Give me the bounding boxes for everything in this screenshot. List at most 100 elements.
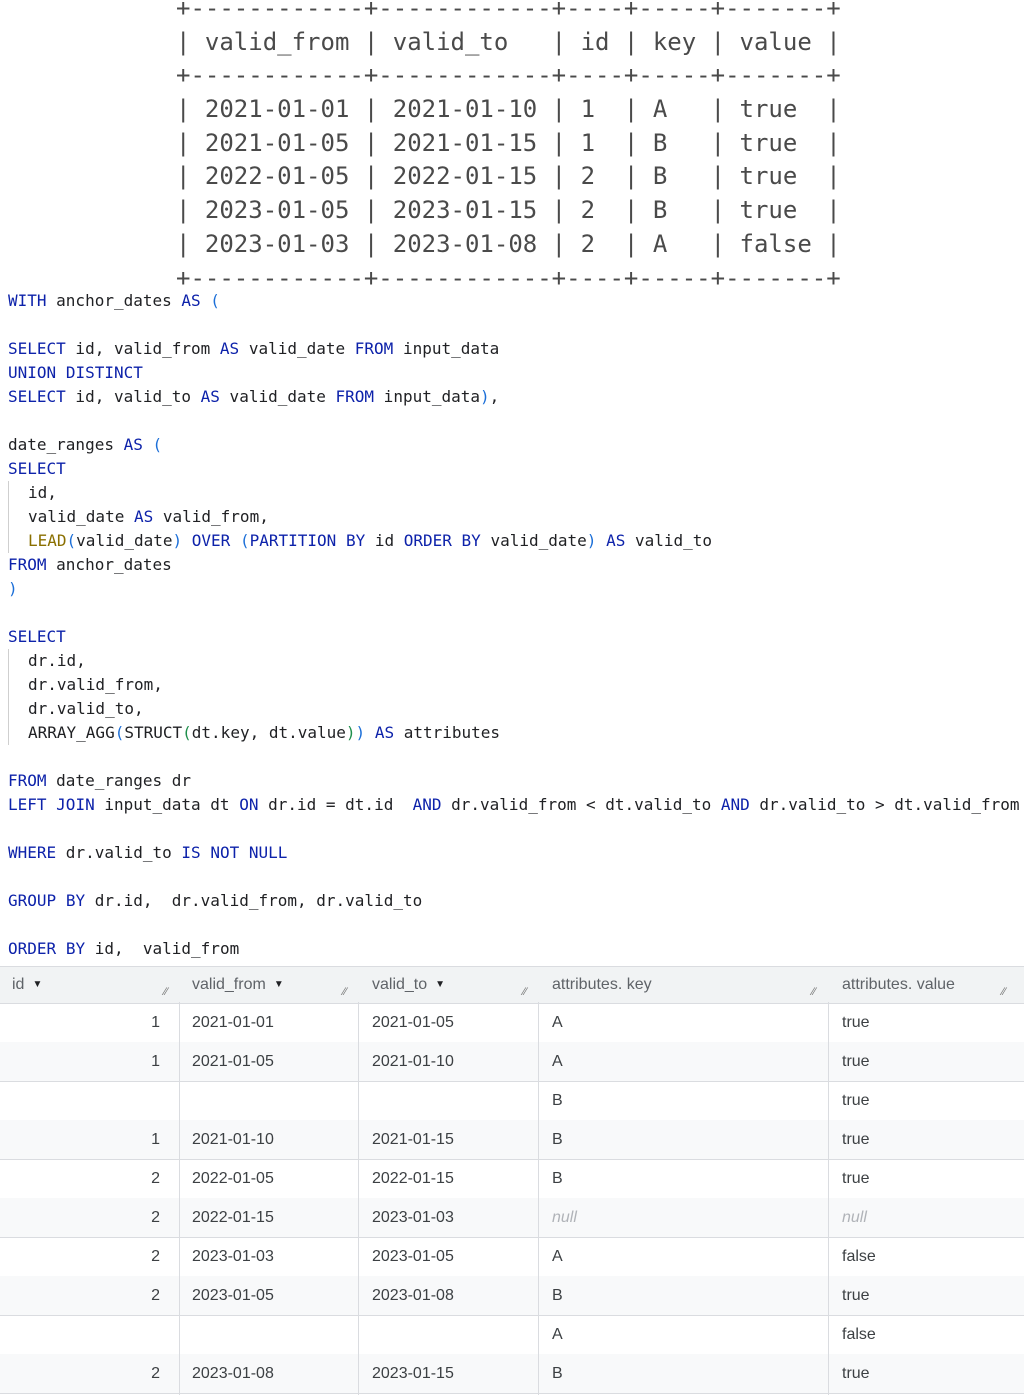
table-cell-valid-from[interactable]: 2021-01-10 <box>192 1120 274 1159</box>
sql-line: SELECT id, valid_to AS valid_date FROM i… <box>8 387 500 406</box>
table-cell-id[interactable]: 2 <box>0 1354 160 1393</box>
sql-line: valid_date AS valid_from, <box>8 505 269 529</box>
sql-line: WHERE dr.valid_to IS NOT NULL <box>8 843 288 862</box>
table-row[interactable]: Afalse <box>0 1315 1024 1355</box>
column-resize-icon[interactable]: ∕∕ <box>1002 987 1012 998</box>
table-cell-valid-to[interactable]: 2021-01-15 <box>372 1120 454 1159</box>
table-cell-id[interactable] <box>0 1315 160 1354</box>
sql-line: dr.valid_to, <box>8 697 144 721</box>
results-header-row: id ▼ ∕∕ valid_from ▼ ∕∕ valid_to ▼ ∕∕ attri… <box>0 966 1024 1004</box>
column-header-label: valid_from <box>192 976 266 993</box>
table-cell-valid-to[interactable]: 2023-01-15 <box>372 1354 454 1393</box>
sql-line: dr.id, <box>8 649 86 673</box>
column-resize-icon[interactable]: ∕∕ <box>523 987 533 998</box>
table-cell-value[interactable]: true <box>842 1159 870 1198</box>
table-cell-valid-from[interactable]: 2021-01-05 <box>192 1042 274 1081</box>
table-cell-valid-from[interactable]: 2023-01-03 <box>192 1237 274 1276</box>
table-cell-valid-to[interactable]: 2022-01-15 <box>372 1159 454 1198</box>
table-row[interactable]: 1 2021-01-01 2021-01-05 Atrue <box>0 1003 1024 1043</box>
caret-down-icon[interactable]: ▼ <box>274 979 284 990</box>
table-row[interactable]: 1 2021-01-10 2021-01-15 Btrue <box>0 1120 1024 1160</box>
sql-line: id, <box>8 481 57 505</box>
table-row[interactable]: 2 2022-01-05 2022-01-15 Btrue <box>0 1159 1024 1199</box>
column-divider <box>358 1002 359 1395</box>
table-cell-value[interactable]: true <box>842 1042 870 1081</box>
column-divider <box>179 1002 180 1395</box>
column-divider <box>828 1002 829 1395</box>
column-header-attributes-key[interactable]: attributes. key <box>552 967 652 1003</box>
table-row[interactable]: 2 2022-01-15 2023-01-03 null null <box>0 1198 1024 1238</box>
sql-line: ORDER BY id, valid_from <box>8 939 240 958</box>
table-cell-id[interactable]: 2 <box>0 1237 160 1276</box>
table-cell-key[interactable]: A <box>552 1315 563 1354</box>
column-header-attributes-value[interactable]: attributes. value <box>842 967 955 1003</box>
column-header-label: attributes. value <box>842 976 955 993</box>
ascii-line: +------------+------------+----+-----+--… <box>176 61 841 89</box>
column-resize-icon[interactable]: ∕∕ <box>343 987 353 998</box>
table-cell-value[interactable]: true <box>842 1081 870 1120</box>
table-row[interactable]: 1 2021-01-05 2021-01-10 Atrue <box>0 1042 1024 1082</box>
table-cell-value[interactable]: true <box>842 1120 870 1159</box>
column-header-id[interactable]: id ▼ <box>12 967 42 1003</box>
sql-line: FROM date_ranges dr <box>8 771 192 790</box>
caret-down-icon[interactable]: ▼ <box>435 979 445 990</box>
column-divider <box>538 1002 539 1395</box>
ascii-input-table: +------------+------------+----+-----+--… <box>0 0 1024 290</box>
table-cell-key[interactable]: A <box>552 1042 563 1081</box>
ascii-line: | valid_from | valid_to | id | key | val… <box>176 28 841 56</box>
query-results-grid: id ▼ ∕∕ valid_from ▼ ∕∕ valid_to ▼ ∕∕ attri… <box>0 966 1024 1395</box>
ascii-line: +------------+------------+----+-----+--… <box>176 0 841 22</box>
column-header-label: id <box>12 976 25 993</box>
caret-down-icon[interactable]: ▼ <box>32 979 42 990</box>
ascii-line: | 2023-01-05 | 2023-01-15 | 2 | B | true… <box>176 196 841 224</box>
table-cell-value[interactable]: true <box>842 1354 870 1393</box>
table-cell-valid-from[interactable]: 2021-01-01 <box>192 1003 274 1042</box>
table-cell-valid-to[interactable]: 2023-01-08 <box>372 1276 454 1315</box>
table-cell-key[interactable]: A <box>552 1003 563 1042</box>
table-cell-value[interactable]: null <box>842 1198 867 1237</box>
table-cell-id[interactable]: 2 <box>0 1276 160 1315</box>
ascii-line: +------------+------------+----+-----+--… <box>176 264 841 292</box>
sql-line: FROM anchor_dates <box>8 555 172 574</box>
table-cell-value[interactable]: true <box>842 1003 870 1042</box>
column-header-valid-from[interactable]: valid_from ▼ <box>192 967 284 1003</box>
table-cell-id[interactable]: 2 <box>0 1198 160 1237</box>
table-cell-key[interactable]: B <box>552 1354 563 1393</box>
column-header-valid-to[interactable]: valid_to ▼ <box>372 967 445 1003</box>
sql-line: dr.valid_from, <box>8 673 163 697</box>
table-cell-key[interactable]: A <box>552 1237 563 1276</box>
table-cell-valid-from[interactable]: 2022-01-15 <box>192 1198 274 1237</box>
table-cell-valid-from[interactable]: 2023-01-05 <box>192 1276 274 1315</box>
sql-line: GROUP BY dr.id, dr.valid_from, dr.valid_… <box>8 891 423 910</box>
table-cell-id[interactable]: 1 <box>0 1042 160 1081</box>
table-cell-key[interactable]: B <box>552 1120 563 1159</box>
table-cell-id[interactable]: 1 <box>0 1003 160 1042</box>
table-cell-key[interactable]: null <box>552 1198 577 1237</box>
sql-line: ARRAY_AGG(STRUCT(dt.key, dt.value)) AS a… <box>8 721 500 745</box>
ascii-line: | 2022-01-05 | 2022-01-15 | 2 | B | true… <box>176 162 841 190</box>
sql-line: ) <box>8 579 18 598</box>
table-cell-valid-from[interactable]: 2022-01-05 <box>192 1159 274 1198</box>
column-header-label: valid_to <box>372 976 428 993</box>
table-cell-value[interactable]: false <box>842 1237 876 1276</box>
table-cell-key[interactable]: B <box>552 1159 563 1198</box>
column-resize-icon[interactable]: ∕∕ <box>164 987 174 998</box>
table-cell-id[interactable] <box>0 1081 160 1120</box>
table-cell-key[interactable]: B <box>552 1276 563 1315</box>
table-cell-id[interactable]: 2 <box>0 1159 160 1198</box>
table-row[interactable]: Btrue <box>0 1081 1024 1121</box>
table-cell-value[interactable]: false <box>842 1315 876 1354</box>
column-resize-icon[interactable]: ∕∕ <box>812 987 822 998</box>
table-row[interactable]: 2 2023-01-08 2023-01-15 Btrue <box>0 1354 1024 1394</box>
table-cell-valid-to[interactable]: 2023-01-05 <box>372 1237 454 1276</box>
sql-line: WITH anchor_dates AS ( <box>8 291 220 310</box>
table-cell-valid-to[interactable]: 2021-01-10 <box>372 1042 454 1081</box>
table-cell-valid-to[interactable]: 2023-01-03 <box>372 1198 454 1237</box>
table-cell-key[interactable]: B <box>552 1081 563 1120</box>
table-cell-value[interactable]: true <box>842 1276 870 1315</box>
table-cell-valid-to[interactable]: 2021-01-05 <box>372 1003 454 1042</box>
table-cell-valid-from[interactable]: 2023-01-08 <box>192 1354 274 1393</box>
table-cell-id[interactable]: 1 <box>0 1120 160 1159</box>
table-row[interactable]: 2 2023-01-03 2023-01-05 Afalse <box>0 1237 1024 1277</box>
table-row[interactable]: 2 2023-01-05 2023-01-08 Btrue <box>0 1276 1024 1316</box>
